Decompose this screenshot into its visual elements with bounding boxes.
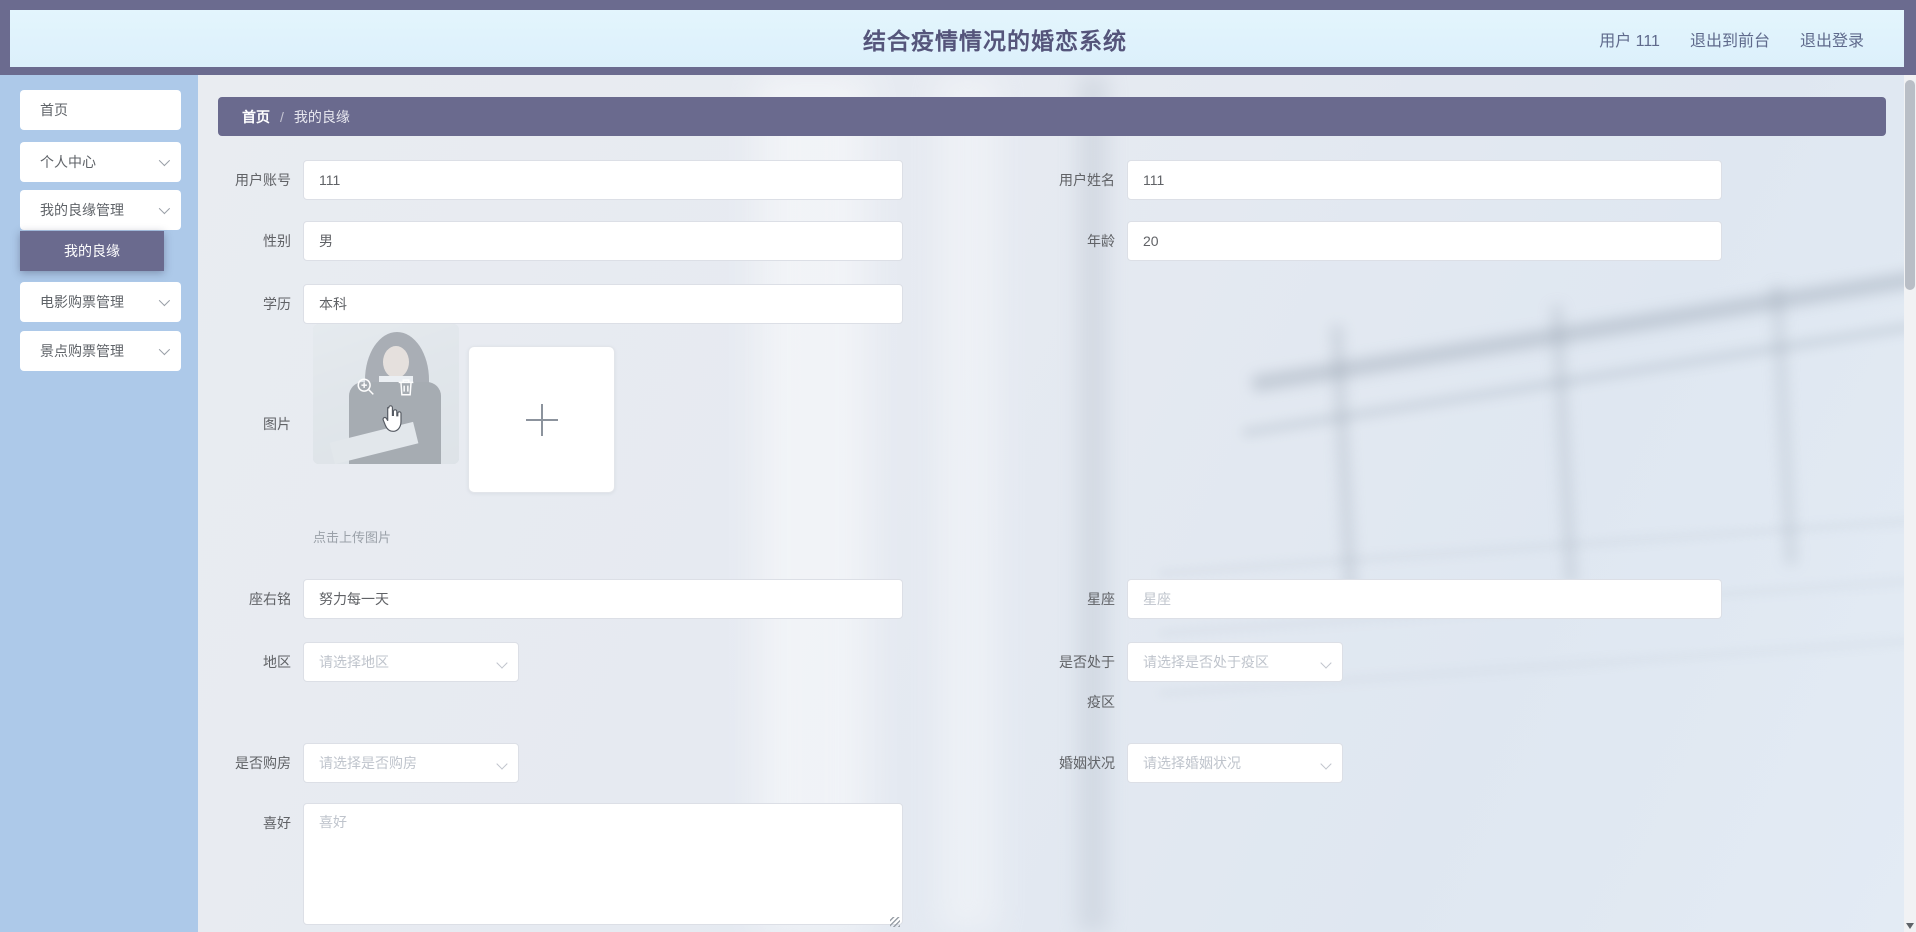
sidebar-item-label: 个人中心 <box>40 154 96 170</box>
epidemic-label: 是否处于疫区 <box>1059 654 1115 710</box>
background-fence-post <box>1770 284 1798 566</box>
sidebar-item-label: 电影购票管理 <box>40 294 124 310</box>
sidebar-item-personal-center[interactable]: 个人中心 <box>20 142 181 182</box>
name-label: 用户姓名 <box>1059 172 1115 188</box>
hobby-textarea[interactable] <box>303 803 903 925</box>
main-content: 首页 / 我的良缘 用户账号 用户姓名 性别 年龄 学历 图片 <box>198 75 1904 932</box>
trash-icon[interactable] <box>395 376 417 398</box>
gender-input[interactable] <box>303 221 903 261</box>
motto-label: 座右铭 <box>249 591 291 607</box>
photo-thumbnail[interactable] <box>313 324 459 464</box>
cursor-hand-icon <box>382 405 402 432</box>
chevron-down-icon <box>158 154 171 167</box>
region-label: 地区 <box>263 654 291 670</box>
sidebar: 首页 个人中心 我的良缘管理 我的良缘 电影购票管理 景点购票管理 <box>0 75 198 932</box>
chevron-down-icon <box>158 294 171 307</box>
background-streak <box>1078 75 1108 932</box>
sidebar-item-label: 景点购票管理 <box>40 343 124 359</box>
scrollbar-down-arrow[interactable] <box>1906 923 1914 929</box>
sidebar-item-label: 我的良缘管理 <box>40 202 124 218</box>
sidebar-item-home[interactable]: 首页 <box>20 90 181 130</box>
breadcrumb-current: 我的良缘 <box>293 108 350 125</box>
current-user-link[interactable]: 用户 111 <box>1599 27 1660 51</box>
logout-link[interactable]: 退出登录 <box>1800 27 1864 51</box>
chevron-down-icon <box>158 343 171 356</box>
constellation-input[interactable] <box>1127 579 1722 619</box>
chevron-down-icon <box>496 657 508 669</box>
sidebar-item-scenic-ticket-management[interactable]: 景点购票管理 <box>20 331 181 371</box>
vertical-scrollbar[interactable] <box>1904 75 1916 932</box>
header-frame: 结合疫情情况的婚恋系统 用户 111 退出到前台 退出登录 <box>0 0 1916 75</box>
background-fence-post <box>1330 324 1358 606</box>
background-fence-post <box>1550 304 1578 586</box>
plus-icon <box>525 403 558 436</box>
chevron-down-icon <box>496 758 508 770</box>
epidemic-select-placeholder: 请选择是否处于疫区 <box>1143 654 1269 670</box>
education-label: 学历 <box>263 296 291 312</box>
region-select[interactable]: 请选择地区 <box>303 642 519 682</box>
background-fence-rail <box>1242 305 1904 437</box>
sidebar-item-my-match-management[interactable]: 我的良缘管理 <box>20 190 181 230</box>
breadcrumb-separator: / <box>280 108 284 125</box>
background-wire <box>1158 518 1904 576</box>
age-label: 年龄 <box>1087 233 1115 249</box>
background-streak <box>938 75 998 932</box>
header-links: 用户 111 退出到前台 退出登录 <box>1599 10 1864 67</box>
zoom-in-icon[interactable] <box>355 376 377 398</box>
house-select[interactable]: 请选择是否购房 <box>303 743 519 783</box>
app-title: 结合疫情情况的婚恋系统 <box>863 27 1127 54</box>
house-select-placeholder: 请选择是否购房 <box>319 755 417 771</box>
gender-label: 性别 <box>263 233 291 249</box>
header-bar: 结合疫情情况的婚恋系统 用户 111 退出到前台 退出登录 <box>10 10 1904 67</box>
chevron-down-icon <box>1320 758 1332 770</box>
marriage-select-placeholder: 请选择婚姻状况 <box>1143 755 1241 771</box>
region-select-placeholder: 请选择地区 <box>319 654 389 670</box>
sidebar-item-my-match-selected[interactable]: 我的良缘 <box>20 231 164 271</box>
hobby-label: 喜好 <box>263 815 291 831</box>
chevron-down-icon <box>158 202 171 215</box>
sidebar-item-label: 首页 <box>40 102 68 118</box>
breadcrumb: 首页 / 我的良缘 <box>218 97 1886 136</box>
chevron-down-icon <box>1320 657 1332 669</box>
name-input[interactable] <box>1127 160 1722 200</box>
constellation-label: 星座 <box>1087 591 1115 607</box>
account-input[interactable] <box>303 160 903 200</box>
exit-to-front-link[interactable]: 退出到前台 <box>1690 27 1770 51</box>
marriage-select[interactable]: 请选择婚姻状况 <box>1127 743 1343 783</box>
sidebar-item-label: 我的良缘 <box>64 243 120 259</box>
epidemic-select[interactable]: 请选择是否处于疫区 <box>1127 642 1343 682</box>
account-label: 用户账号 <box>235 172 291 188</box>
photo-upload-button[interactable] <box>468 346 615 493</box>
background-fence-rail <box>1251 254 1904 392</box>
app-window: 结合疫情情况的婚恋系统 用户 111 退出到前台 退出登录 首页 个人中心 我的… <box>0 0 1916 932</box>
age-input[interactable] <box>1127 221 1722 261</box>
house-label: 是否购房 <box>235 755 291 771</box>
education-input[interactable] <box>303 284 903 324</box>
breadcrumb-home-link[interactable]: 首页 <box>242 107 270 127</box>
marriage-label: 婚姻状况 <box>1059 755 1115 771</box>
textarea-resize-handle[interactable] <box>890 917 900 927</box>
upload-hint: 点击上传图片 <box>313 530 392 545</box>
sidebar-item-movie-ticket-management[interactable]: 电影购票管理 <box>20 282 181 322</box>
motto-input[interactable] <box>303 579 903 619</box>
scrollbar-thumb[interactable] <box>1905 80 1915 290</box>
photo-label: 图片 <box>263 416 291 432</box>
